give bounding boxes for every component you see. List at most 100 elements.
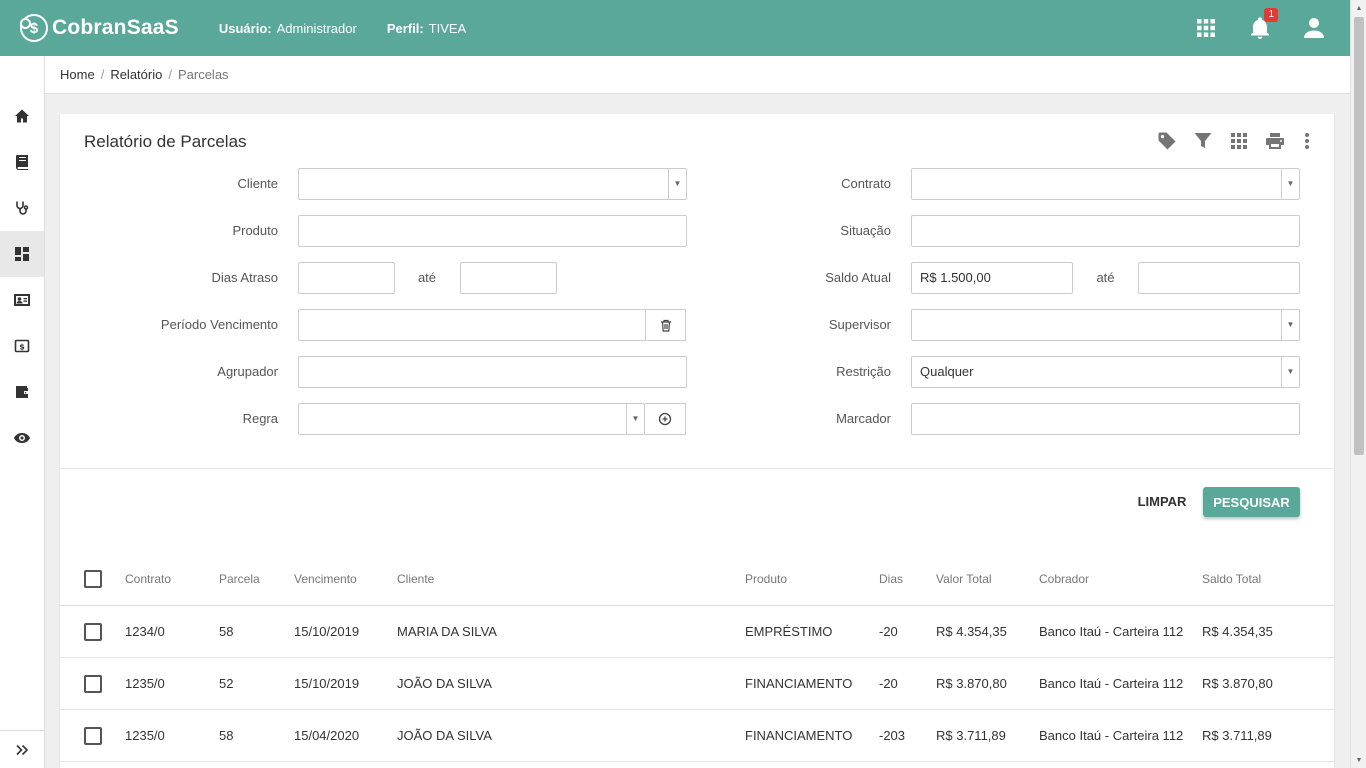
section-divider — [60, 468, 1334, 469]
profile-label: Perfil: — [386, 20, 424, 36]
row-checkbox[interactable] — [84, 726, 102, 745]
clear-button[interactable]: LIMPAR — [1131, 486, 1193, 516]
app-name: CobranSaaS — [52, 16, 179, 39]
sidebar-item-stethoscope[interactable] — [0, 185, 44, 231]
cell-parcela: 52 — [219, 676, 234, 691]
contrato-label: Contrato — [841, 176, 891, 191]
column-header-valor-total[interactable]: Valor Total — [936, 552, 992, 605]
column-header-dias[interactable]: Dias — [879, 552, 903, 605]
cell-cobrador: Banco Itaú - Carteira 112 — [1039, 676, 1184, 691]
cliente-select[interactable]: ▼ — [298, 168, 687, 200]
table-row[interactable]: 1235/0 52 15/10/2019 JOÃO DA SILVA FINAN… — [60, 658, 1334, 710]
breadcrumb-relatorio[interactable]: Relatório — [110, 67, 162, 82]
supervisor-select[interactable]: ▼ — [911, 309, 1300, 341]
clear-date-button[interactable] — [646, 309, 686, 341]
more-vert-icon[interactable] — [1300, 130, 1314, 152]
row-checkbox[interactable] — [84, 622, 102, 641]
restricao-select[interactable]: Qualquer ▼ — [911, 356, 1300, 388]
card-toolbar — [1142, 130, 1314, 152]
situacao-input[interactable] — [911, 215, 1300, 247]
dias-atraso-from-input[interactable] — [298, 262, 395, 294]
svg-text:$: $ — [19, 343, 25, 352]
saldo-atual-from-input[interactable]: R$ 1.500,00 — [911, 262, 1073, 294]
chevron-down-icon: ▼ — [668, 169, 686, 199]
sidebar-item-wallet[interactable] — [0, 369, 44, 415]
column-header-parcela[interactable]: Parcela — [219, 552, 260, 605]
column-header-produto[interactable]: Produto — [745, 552, 787, 605]
sidebar-expand-button[interactable] — [0, 730, 44, 768]
breadcrumb-current: Parcelas — [177, 67, 229, 82]
book-icon — [16, 155, 28, 170]
cell-cliente: JOÃO DA SILVA — [397, 728, 492, 743]
grid-icon[interactable] — [1228, 130, 1250, 152]
sidebar-item-contacts[interactable] — [0, 277, 44, 323]
cell-parcela: 58 — [219, 728, 234, 743]
column-header-contrato[interactable]: Contrato — [125, 552, 171, 605]
periodo-vencimento-input[interactable] — [298, 309, 646, 341]
page-scrollbar[interactable]: ▲ ▼ — [1350, 0, 1366, 768]
scroll-down-arrow-icon[interactable]: ▼ — [1351, 752, 1366, 768]
stethoscope-icon — [16, 201, 29, 215]
scroll-up-arrow-icon[interactable]: ▲ — [1351, 0, 1366, 16]
marcador-input[interactable] — [911, 403, 1300, 435]
column-header-vencimento[interactable]: Vencimento — [294, 552, 357, 605]
chevron-down-icon: ▼ — [1281, 310, 1299, 340]
sidebar-item-book[interactable] — [0, 139, 44, 185]
column-header-cliente[interactable]: Cliente — [397, 552, 434, 605]
regra-select[interactable]: ▼ — [298, 403, 645, 435]
restricao-label: Restrição — [836, 364, 891, 379]
contrato-select[interactable]: ▼ — [911, 168, 1300, 200]
saldo-atual-to-label: até — [1096, 270, 1115, 285]
supervisor-label: Supervisor — [828, 317, 891, 332]
agrupador-input[interactable] — [298, 356, 687, 388]
user-label: Usuário: — [218, 20, 272, 36]
cell-cobrador: Banco Itaú - Carteira 112 — [1039, 728, 1184, 743]
cell-saldo-total: R$ 3.711,89 — [1202, 728, 1272, 743]
saldo-atual-to-input[interactable] — [1138, 262, 1300, 294]
search-button[interactable]: PESQUISAR — [1203, 487, 1300, 517]
column-header-cobrador[interactable]: Cobrador — [1039, 552, 1089, 605]
table-row[interactable]: 1235/0 58 15/04/2020 JOÃO DA SILVA FINAN… — [60, 710, 1334, 762]
breadcrumb-home[interactable]: Home — [60, 67, 95, 82]
situacao-label: Situação — [840, 223, 891, 238]
filter-icon[interactable] — [1192, 130, 1214, 152]
table-header: Contrato Parcela Vencimento Cliente Prod… — [60, 552, 1334, 606]
dias-atraso-label: Dias Atraso — [211, 270, 278, 285]
apps-grid-icon[interactable] — [1194, 16, 1218, 40]
sidebar-item-home[interactable] — [0, 93, 44, 139]
sidebar-item-monitor[interactable] — [0, 415, 44, 461]
row-checkbox[interactable] — [84, 674, 102, 693]
produto-label: Produto — [232, 223, 278, 238]
app-logo[interactable]: $ CobranSaaS — [20, 14, 179, 42]
cell-saldo-total: R$ 4.354,35 — [1202, 624, 1273, 639]
print-icon[interactable] — [1264, 130, 1286, 152]
produto-input[interactable] — [298, 215, 687, 247]
dias-atraso-to-input[interactable] — [460, 262, 557, 294]
scrollbar-thumb[interactable] — [1354, 17, 1364, 455]
dashboard-icon — [15, 247, 29, 261]
account-icon[interactable] — [1302, 16, 1326, 40]
agrupador-label: Agrupador — [217, 364, 278, 379]
sidebar-item-dashboard[interactable] — [0, 231, 44, 277]
breadcrumb-separator: / — [168, 67, 172, 82]
tag-icon[interactable] — [1156, 130, 1178, 152]
select-all-checkbox[interactable] — [84, 569, 102, 588]
cell-cliente: MARIA DA SILVA — [397, 624, 497, 639]
sidebar: $ — [0, 56, 45, 768]
cell-produto: FINANCIAMENTO — [745, 676, 853, 691]
column-header-saldo-total[interactable]: Saldo Total — [1202, 552, 1261, 605]
profile-value: TIVEA — [428, 20, 467, 36]
regra-action-button[interactable] — [645, 403, 686, 435]
sidebar-item-billing[interactable]: $ — [0, 323, 44, 369]
cell-vencimento: 15/04/2020 — [294, 728, 360, 743]
notifications-button[interactable]: 1 — [1248, 8, 1278, 40]
page-title: Relatório de Parcelas — [84, 132, 247, 151]
contact-card-icon — [14, 294, 30, 306]
money-icon: $ — [14, 339, 30, 353]
cell-cobrador: Banco Itaú - Carteira 112 — [1039, 624, 1184, 639]
dias-atraso-to-label: até — [417, 270, 437, 285]
cell-vencimento: 15/10/2019 — [294, 676, 360, 691]
table-row[interactable]: 1234/0 58 15/10/2019 MARIA DA SILVA EMPR… — [60, 606, 1334, 658]
user-info: Usuário: Administrador Perfil: TIVEA — [219, 21, 466, 36]
cell-parcela: 58 — [219, 624, 234, 639]
